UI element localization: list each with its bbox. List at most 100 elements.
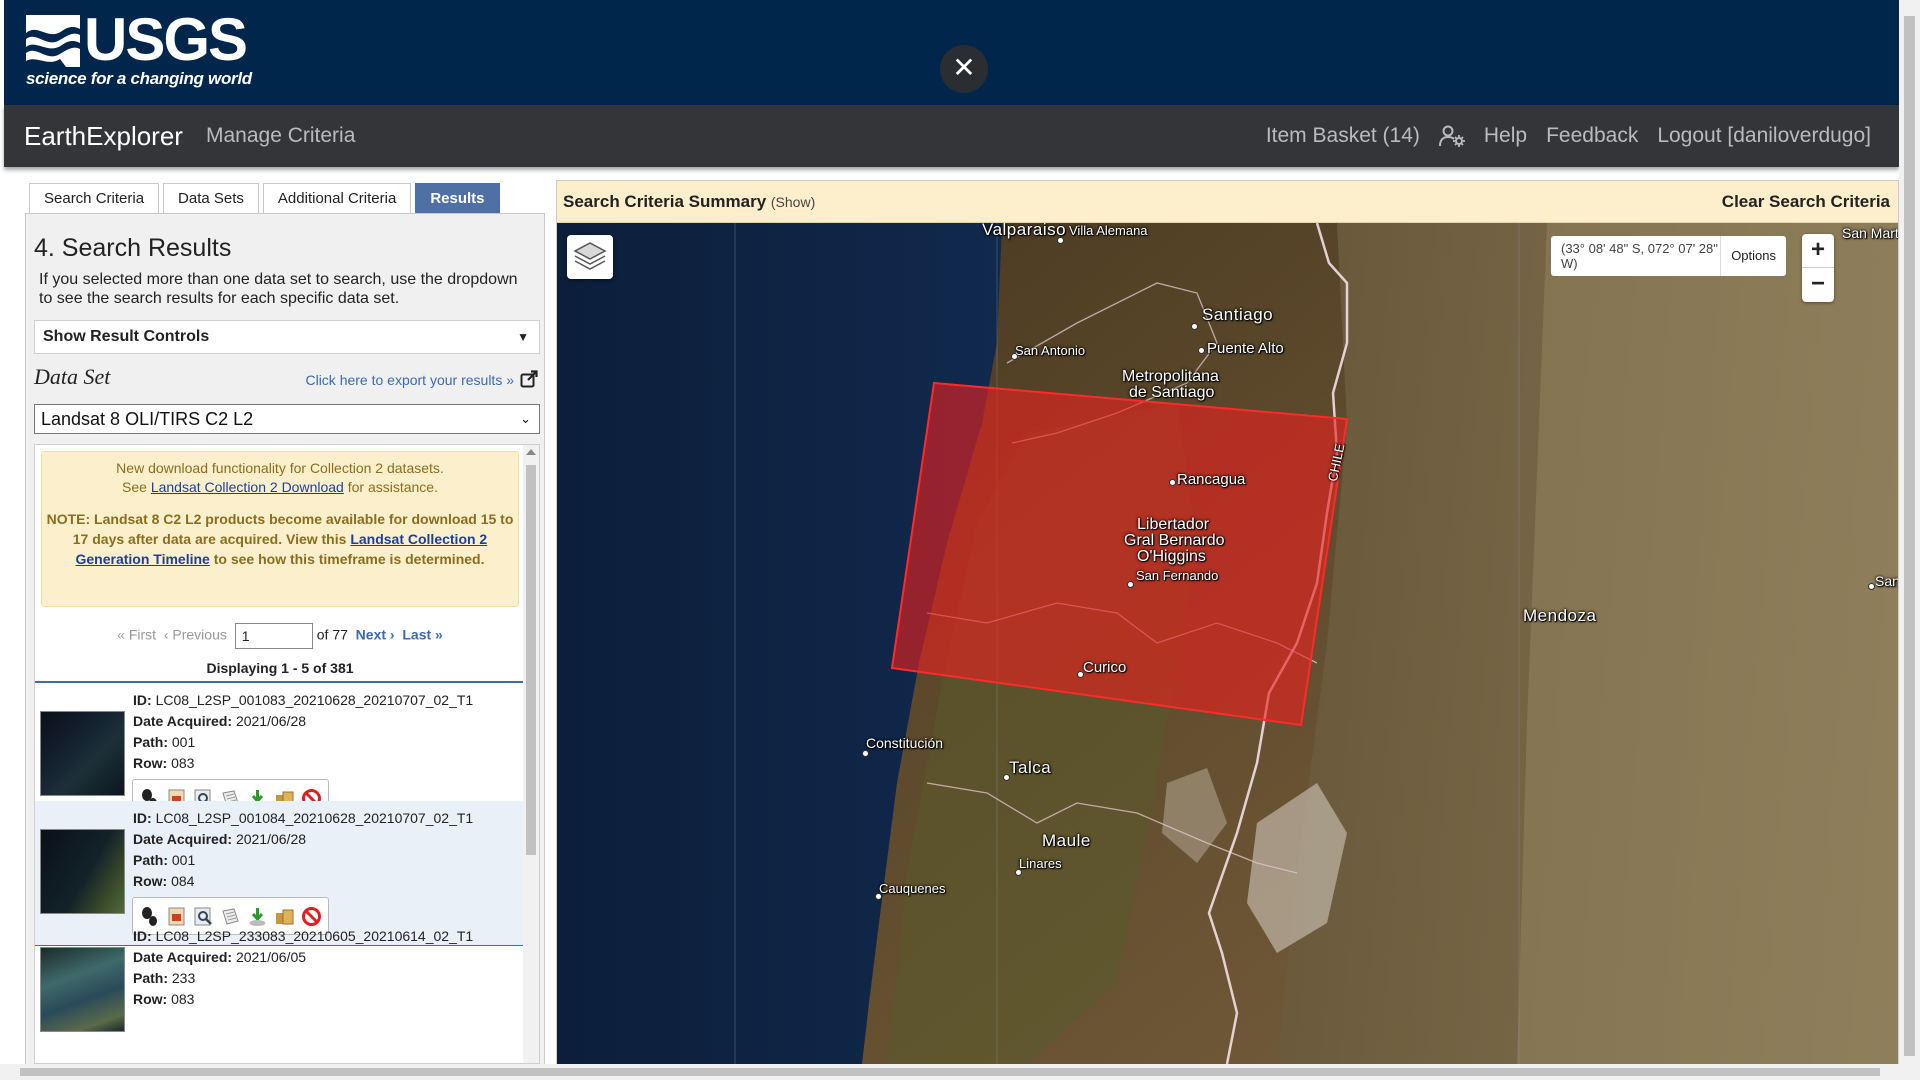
row-value: 084 bbox=[171, 873, 195, 889]
scrollbar-thumb[interactable] bbox=[526, 465, 536, 855]
result-row[interactable]: ID: LC08_L2SP_233083_20210605_20210614_0… bbox=[35, 919, 525, 1063]
entity-id: LC08_L2SP_233083_20210605_20210614_02_T1 bbox=[155, 928, 474, 944]
notice-assistance: for assistance. bbox=[347, 479, 438, 495]
criteria-show-link[interactable]: (Show) bbox=[771, 194, 815, 210]
map-label-metropolitana-1: Metropolitana bbox=[1122, 368, 1219, 385]
feedback-link[interactable]: Feedback bbox=[1546, 124, 1638, 148]
map-label-constitucion: Constitución bbox=[866, 735, 944, 751]
chevron-down-icon: ⌄ bbox=[520, 411, 531, 426]
displaying-count: Displaying 1 - 5 of 381 bbox=[206, 660, 354, 676]
dataset-label: Data Set bbox=[34, 364, 111, 389]
scene-thumbnail[interactable] bbox=[40, 711, 125, 796]
row-label: Row: bbox=[133, 873, 168, 889]
map-label-puente-alto: Puente Alto bbox=[1207, 340, 1284, 357]
scene-thumbnail[interactable] bbox=[40, 947, 125, 1032]
city-marker bbox=[875, 893, 882, 900]
top-navbar: EarthExplorer Manage Criteria Item Baske… bbox=[4, 105, 1899, 167]
zoom-in-button[interactable]: + bbox=[1802, 234, 1834, 268]
help-link[interactable]: Help bbox=[1484, 124, 1527, 148]
city-marker bbox=[1127, 581, 1134, 588]
date-acquired: 2021/06/28 bbox=[235, 831, 307, 847]
user-gear-icon[interactable] bbox=[1438, 125, 1465, 147]
pager-last[interactable]: Last » bbox=[402, 627, 442, 643]
tab-data-sets[interactable]: Data Sets bbox=[163, 183, 259, 213]
close-banner-button[interactable]: ✕ bbox=[940, 45, 988, 93]
map-label-metropolitana-2: de Santiago bbox=[1129, 384, 1215, 401]
date-label: Date Acquired: bbox=[133, 831, 233, 847]
dataset-select-value: Landsat 8 OLI/TIRS C2 L2 bbox=[41, 409, 254, 429]
caret-down-icon: ▼ bbox=[517, 330, 529, 344]
page-horizontal-scrollbar[interactable] bbox=[0, 1064, 1899, 1080]
logout-link[interactable]: Logout [daniloverdugo] bbox=[1657, 124, 1871, 148]
cursor-coordinates: (33° 08' 48" S, 072° 07' 28" W) bbox=[1561, 241, 1718, 271]
city-marker bbox=[1868, 583, 1875, 590]
date-label: Date Acquired: bbox=[133, 949, 233, 965]
scroll-up-icon[interactable] bbox=[526, 449, 536, 455]
date-label: Date Acquired: bbox=[133, 713, 233, 729]
map-label-libertador-3: O'Higgins bbox=[1137, 548, 1206, 565]
city-marker bbox=[1011, 353, 1018, 360]
scrollbar-thumb[interactable] bbox=[20, 1068, 1880, 1076]
zoom-control: + − bbox=[1802, 234, 1834, 302]
pager-next[interactable]: Next › bbox=[356, 627, 395, 643]
clear-search-criteria-button[interactable]: Clear Search Criteria bbox=[1722, 192, 1890, 212]
search-panel: Search Criteria Data Sets Additional Cri… bbox=[25, 180, 545, 1065]
map-label-san-martin: San Mart bbox=[1842, 225, 1898, 241]
map-label-santiago: Santiago bbox=[1202, 305, 1274, 324]
usgs-tagline: science for a changing world bbox=[26, 69, 252, 88]
usgs-logo[interactable]: USGS science for a changing world bbox=[22, 8, 252, 92]
layers-icon bbox=[573, 242, 607, 270]
external-link-icon[interactable] bbox=[520, 370, 538, 388]
scene-thumbnail[interactable] bbox=[40, 829, 125, 914]
map-label-talca: Talca bbox=[1009, 758, 1052, 777]
id-label: ID: bbox=[133, 810, 152, 826]
path-label: Path: bbox=[133, 970, 168, 986]
app-brand[interactable]: EarthExplorer bbox=[24, 121, 183, 152]
results-scrollbar[interactable] bbox=[523, 445, 539, 1063]
search-tabs: Search Criteria Data Sets Additional Cri… bbox=[29, 183, 504, 213]
nav-right-links: Item Basket (14) Help Feedback Logout [d… bbox=[1266, 124, 1871, 148]
dataset-select[interactable]: Landsat 8 OLI/TIRS C2 L2 ⌄ bbox=[34, 404, 540, 434]
export-results-link[interactable]: Click here to export your results » bbox=[305, 372, 514, 388]
notice-line2: See Landsat Collection 2 Download for as… bbox=[42, 478, 518, 497]
map-label-valparaiso: Valparaiso bbox=[982, 223, 1067, 239]
results-list[interactable]: New download functionality for Collectio… bbox=[34, 444, 540, 1064]
row-label: Row: bbox=[133, 755, 168, 771]
tab-additional-criteria[interactable]: Additional Criteria bbox=[262, 183, 412, 213]
city-marker bbox=[1198, 347, 1205, 354]
collection2-download-link[interactable]: Landsat Collection 2 Download bbox=[151, 479, 344, 495]
pager-previous[interactable]: ‹ Previous bbox=[164, 627, 227, 643]
result-info: ID: LC08_L2SP_001084_20210628_20210707_0… bbox=[133, 808, 473, 892]
scrollbar-thumb[interactable] bbox=[1904, 16, 1915, 1056]
search-criteria-summary-bar: Search Criteria Summary (Show) Clear Sea… bbox=[557, 181, 1898, 223]
date-acquired: 2021/06/28 bbox=[235, 713, 307, 729]
map-label-cauquenes: Cauquenes bbox=[879, 881, 946, 896]
page-number-input[interactable]: 1 bbox=[234, 623, 313, 649]
page: USGS science for a changing world ✕ Eart… bbox=[0, 0, 1920, 1080]
notice-line1: New download functionality for Collectio… bbox=[116, 460, 444, 476]
satellite-map[interactable]: Valparaiso Villa Alemana Santiago Puente… bbox=[557, 223, 1898, 1064]
entity-id: LC08_L2SP_001083_20210628_20210707_02_T1 bbox=[155, 692, 474, 708]
collection2-notice: New download functionality for Collectio… bbox=[41, 451, 519, 607]
manage-criteria-link[interactable]: Manage Criteria bbox=[206, 124, 355, 148]
city-marker bbox=[862, 750, 869, 757]
map-label-mendoza: Mendoza bbox=[1523, 606, 1597, 625]
map-label-linares: Linares bbox=[1019, 856, 1062, 871]
map-label-san-antonio: San Antonio bbox=[1015, 343, 1086, 358]
result-info: ID: LC08_L2SP_233083_20210605_20210614_0… bbox=[133, 926, 473, 1010]
zoom-out-button[interactable]: − bbox=[1802, 268, 1834, 302]
map-options-button[interactable]: Options bbox=[1720, 236, 1786, 276]
path-value: 001 bbox=[171, 734, 196, 750]
show-result-controls-toggle[interactable]: Show Result Controls ▼ bbox=[34, 320, 540, 354]
criteria-summary-label: Search Criteria Summary bbox=[563, 192, 767, 211]
path-label: Path: bbox=[133, 734, 168, 750]
item-basket-link[interactable]: Item Basket (14) bbox=[1266, 124, 1420, 148]
map-panel: Search Criteria Summary (Show) Clear Sea… bbox=[556, 180, 1899, 1065]
tab-results[interactable]: Results bbox=[415, 183, 500, 213]
page-vertical-scrollbar[interactable] bbox=[1899, 0, 1920, 1080]
tab-search-criteria[interactable]: Search Criteria bbox=[29, 183, 160, 213]
layers-button[interactable] bbox=[567, 235, 613, 279]
map-label-rancagua: Rancagua bbox=[1177, 471, 1246, 488]
pager-first[interactable]: « First bbox=[117, 627, 156, 643]
results-description: If you selected more than one data set t… bbox=[39, 271, 518, 307]
